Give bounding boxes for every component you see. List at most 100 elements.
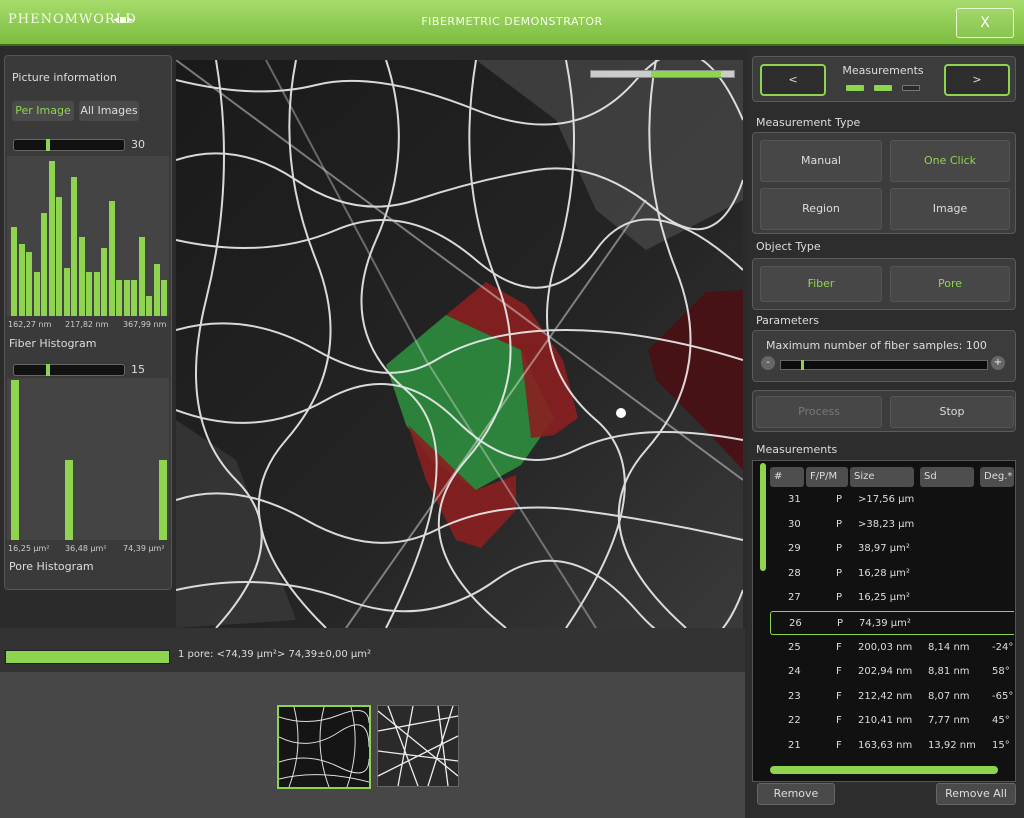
fiber-bar [63, 268, 70, 316]
manual-button[interactable]: Manual [760, 140, 882, 182]
stop-button[interactable]: Stop [890, 396, 1014, 428]
pore-button[interactable]: Pore [890, 266, 1010, 302]
picture-info-panel: Picture information Per Image All Images… [4, 55, 172, 590]
max-samples-label: Maximum number of fiber samples: 100 [766, 339, 987, 352]
fiber-bar [123, 280, 130, 316]
cell-sd: 8,07 nm [928, 690, 970, 702]
sem-image-viewer[interactable] [176, 60, 743, 628]
fiber-bins-value: 30 [131, 138, 145, 151]
cell-deg: 15° [992, 740, 1010, 751]
one-click-button[interactable]: One Click [890, 140, 1010, 182]
fiber-network-image[interactable] [176, 60, 743, 628]
cell-size: 163,63 nm [858, 740, 913, 751]
cell-sd: 7,77 nm [928, 715, 970, 727]
pore-bins-slider[interactable] [13, 364, 125, 376]
cell-deg: 45° [992, 715, 1010, 727]
increment-button[interactable]: + [991, 356, 1005, 370]
table-row[interactable]: 21 F 163,63 nm 13,92 nm 15° [770, 734, 1014, 758]
progress-bar [5, 650, 170, 664]
image-button[interactable]: Image [890, 188, 1010, 230]
close-button[interactable]: X [956, 8, 1014, 38]
fiber-button[interactable]: Fiber [760, 266, 882, 302]
remove-all-button[interactable]: Remove All [936, 783, 1016, 805]
column-header-size[interactable]: Size [850, 467, 914, 487]
fiber-bar [11, 226, 18, 316]
fiber-bar [48, 161, 55, 316]
measurement-type-title: Measurement Type [756, 116, 861, 129]
table-row[interactable]: 26 P 74,39 µm² [770, 611, 1014, 635]
table-row[interactable]: 25 F 200,03 nm 8,14 nm -24° [770, 636, 1014, 660]
table-row[interactable]: 23 F 212,42 nm 8,07 nm -65° [770, 685, 1014, 709]
table-horizontal-scrollbar[interactable] [770, 766, 998, 774]
table-row[interactable]: 22 F 210,41 nm 7,77 nm 45° [770, 709, 1014, 733]
cell-t: F [836, 715, 842, 727]
cell-n: 31 [788, 494, 801, 505]
cell-t: P [836, 567, 843, 579]
table-row[interactable]: 29 P 38,97 µm² [770, 537, 1014, 561]
pore-bins-value: 15 [131, 363, 145, 376]
cell-size: 210,41 nm [858, 715, 913, 727]
title-bar: PHENOMWORLD ◂▪▸ FIBERMETRIC DEMONSTRATOR… [0, 0, 1024, 46]
page-indicator-dot [846, 85, 864, 91]
table-row[interactable]: 27 P 16,25 µm² [770, 586, 1014, 610]
prev-measurement-button[interactable]: < [760, 64, 826, 96]
thumbnail[interactable] [377, 705, 459, 787]
cell-t: P [836, 518, 843, 530]
parameters-box [752, 330, 1016, 382]
fiber-bins-slider[interactable] [13, 139, 125, 151]
cell-size: 74,39 µm² [859, 618, 911, 629]
pore-bar [159, 460, 167, 540]
column-header-degree[interactable]: Deg.* [980, 467, 1014, 487]
thumbnail-selected[interactable] [277, 705, 371, 789]
scale-bar [590, 70, 735, 78]
column-header-number[interactable]: # [770, 467, 804, 487]
fiber-axis-mid: 217,82 nm [65, 320, 109, 329]
slider-knob[interactable] [46, 139, 50, 151]
cell-t: P [836, 592, 843, 604]
cell-t: P [836, 543, 843, 555]
per-image-toggle[interactable]: Per Image [12, 101, 74, 121]
max-samples-slider[interactable] [780, 360, 988, 370]
object-type-title: Object Type [756, 240, 821, 253]
decrement-button[interactable]: - [761, 356, 775, 370]
column-header-sd[interactable]: Sd [920, 467, 974, 487]
table-row[interactable]: 31 P >17,56 µm [770, 488, 1014, 512]
table-row[interactable]: 24 F 202,94 nm 8,81 nm 58° [770, 660, 1014, 684]
fiber-bar [86, 272, 93, 316]
pore-axis-min: 16,25 µm² [8, 544, 50, 553]
process-button[interactable]: Process [756, 396, 882, 428]
cell-t: F [836, 740, 842, 751]
cell-sd: 8,81 nm [928, 666, 970, 678]
cell-n: 29 [788, 543, 801, 555]
region-button[interactable]: Region [760, 188, 882, 230]
scale-bar-fill [651, 71, 721, 77]
cell-n: 28 [788, 567, 801, 579]
fiber-bar [153, 264, 160, 316]
cell-size: 212,42 nm [858, 690, 913, 702]
measurements-list-title: Measurements [756, 443, 838, 456]
cell-t: P [836, 494, 843, 505]
fiber-bar [56, 196, 63, 316]
cell-size: 16,28 µm² [858, 567, 910, 579]
pore-bar [65, 460, 73, 540]
cell-sd: 8,14 nm [928, 641, 970, 653]
page-indicator-dot [902, 85, 920, 91]
fiber-axis-max: 367,99 nm [123, 320, 167, 329]
fiber-bar [131, 280, 138, 316]
table-row[interactable]: 28 P 16,28 µm² [770, 562, 1014, 586]
column-header-type[interactable]: F/P/M [806, 467, 848, 487]
fiber-bar [116, 280, 123, 316]
table-row[interactable]: 30 P >38,23 µm [770, 513, 1014, 537]
slider-knob[interactable] [801, 360, 804, 370]
cell-n: 22 [788, 715, 801, 727]
cell-t: F [836, 690, 842, 702]
cell-size: 200,03 nm [858, 641, 913, 653]
all-images-toggle[interactable]: All Images [79, 101, 139, 121]
slider-knob[interactable] [46, 364, 50, 376]
remove-button[interactable]: Remove [757, 783, 835, 805]
thumbnail-image [378, 706, 458, 786]
table-vertical-scrollbar[interactable] [760, 463, 766, 571]
cell-size: 16,25 µm² [858, 592, 910, 604]
cell-n: 23 [788, 690, 801, 702]
next-measurement-button[interactable]: > [944, 64, 1010, 96]
